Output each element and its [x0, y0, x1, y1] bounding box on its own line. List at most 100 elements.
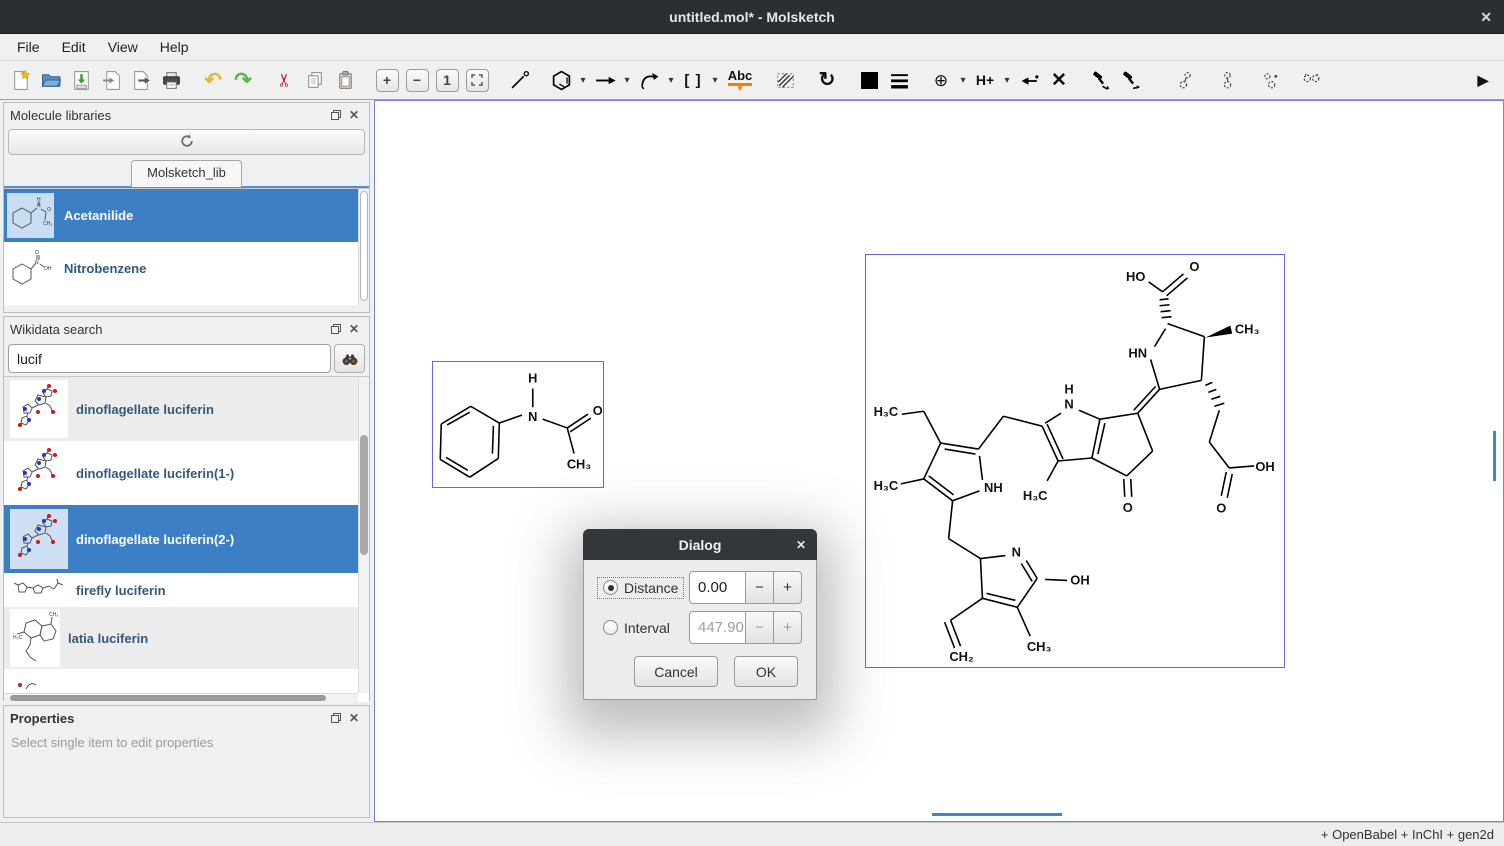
delete-tool[interactable]: ✕ — [1045, 65, 1073, 95]
molecule-tool-1[interactable] — [1171, 65, 1199, 95]
interval-decrement-button[interactable]: − — [746, 611, 774, 644]
acetanilide-molecule[interactable]: H N O CH₃ — [432, 361, 604, 488]
curved-arrow-dropdown[interactable]: ▾ — [664, 65, 678, 95]
panel-float-button[interactable] — [327, 109, 345, 121]
wikidata-search-header: Wikidata search ✕ — [4, 317, 369, 341]
scrollbar-thumb[interactable] — [360, 435, 368, 555]
zoom-original-button[interactable]: 1 — [433, 65, 461, 95]
selection-hatch-tool[interactable] — [771, 65, 799, 95]
result-dinoflagellate-luciferin-1[interactable]: dinoflagellate luciferin(1-) — [4, 441, 369, 505]
result-item-partial[interactable] — [4, 669, 369, 693]
panel-float-button[interactable] — [327, 712, 345, 724]
interval-value[interactable]: 447.90 — [689, 611, 746, 644]
wikidata-search-row — [4, 341, 369, 376]
luciferin-bonds — [901, 274, 1254, 648]
new-document-button[interactable] — [7, 65, 35, 95]
window-close-button[interactable]: ✕ — [1480, 0, 1492, 34]
hydrogen-tool-dropdown[interactable]: ▾ — [1000, 65, 1014, 95]
distance-increment-button[interactable]: + — [774, 571, 802, 604]
canvas-horizontal-scroll-indicator[interactable] — [932, 813, 1062, 816]
panel-float-button[interactable] — [327, 323, 345, 335]
color-swatch-button[interactable] — [855, 65, 883, 95]
panel-close-button[interactable]: ✕ — [345, 108, 363, 122]
molecule-tool-3[interactable] — [1255, 65, 1283, 95]
molecule-tool-4[interactable] — [1297, 65, 1325, 95]
menu-edit[interactable]: Edit — [51, 36, 97, 58]
import-button[interactable] — [127, 65, 155, 95]
interval-increment-button[interactable]: + — [774, 611, 802, 644]
reaction-arrow-dropdown[interactable]: ▾ — [620, 65, 634, 95]
cancel-button[interactable]: Cancel — [634, 656, 718, 687]
library-item-nitrobenzene[interactable]: NOOH Nitrobenzene — [4, 242, 369, 295]
save-button[interactable] — [67, 65, 95, 95]
line-width-button[interactable] — [885, 65, 913, 95]
bracket-tool-dropdown[interactable]: ▾ — [708, 65, 722, 95]
menu-view[interactable]: View — [97, 36, 149, 58]
library-vertical-scrollbar[interactable] — [358, 189, 369, 305]
luciferin-molecule[interactable]: HO O CH₃ HN H N H₃C H₃C NH H₃C O OH O N … — [865, 254, 1285, 668]
result-latia-luciferin[interactable]: CH₃H₃C latia luciferin — [4, 607, 369, 669]
result-firefly-luciferin[interactable]: firefly luciferin — [4, 573, 369, 607]
drawing-canvas[interactable]: H N O CH₃ — [374, 100, 1504, 822]
zoom-fit-button[interactable] — [463, 65, 491, 95]
dialog-titlebar[interactable]: Dialog ✕ — [583, 529, 817, 560]
zoom-in-button[interactable]: + — [373, 65, 401, 95]
scrollbar-thumb[interactable] — [10, 695, 326, 701]
ok-button[interactable]: OK — [734, 656, 798, 687]
charge-tool-dropdown[interactable]: ▾ — [956, 65, 970, 95]
reaction-arrow-tool[interactable] — [591, 65, 619, 95]
menu-file[interactable]: File — [6, 36, 51, 58]
library-item-label: Acetanilide — [64, 208, 133, 223]
panel-close-button[interactable]: ✕ — [345, 322, 363, 336]
charge-tool[interactable]: ⊕ — [927, 65, 955, 95]
export-button[interactable] — [97, 65, 125, 95]
undo-button[interactable]: ↶ — [199, 65, 227, 95]
open-file-button[interactable] — [37, 65, 65, 95]
wikidata-search-button[interactable] — [334, 344, 365, 373]
result-dinoflagellate-luciferin-2[interactable]: dinoflagellate luciferin(2-) — [4, 505, 369, 573]
tab-molsketch-lib[interactable]: Molsketch_lib — [131, 160, 242, 187]
dialog-close-button[interactable]: ✕ — [796, 538, 806, 552]
copy-button[interactable] — [301, 65, 329, 95]
ring-tool[interactable] — [547, 65, 575, 95]
curved-arrow-tool[interactable] — [635, 65, 663, 95]
zoom-out-button[interactable]: − — [403, 65, 431, 95]
refresh-libraries-button[interactable] — [8, 129, 365, 155]
mechanism-tool-1[interactable] — [1087, 65, 1115, 95]
wikidata-horizontal-scrollbar[interactable] — [4, 693, 358, 702]
interval-radio-circle[interactable] — [603, 620, 618, 635]
toolbar-overflow-button[interactable]: ▶ — [1469, 65, 1497, 95]
print-button[interactable] — [157, 65, 185, 95]
library-item-acetanilide[interactable]: NHOCH₃ Acetanilide — [4, 189, 369, 242]
distance-value[interactable]: 0.00 — [689, 571, 746, 604]
interval-spinbox: 447.90 − + — [689, 611, 802, 644]
draw-bond-tool[interactable] — [505, 65, 533, 95]
molecule-tool-2[interactable] — [1213, 65, 1241, 95]
distance-radio[interactable]: Distance — [598, 578, 683, 598]
zoom-out-icon: − — [406, 69, 429, 92]
mechanism-tool-2[interactable] — [1117, 65, 1145, 95]
paste-button[interactable] — [331, 65, 359, 95]
svg-text:H: H — [37, 197, 41, 203]
distance-decrement-button[interactable]: − — [746, 571, 774, 604]
menu-help[interactable]: Help — [149, 36, 200, 58]
wikidata-search-input[interactable] — [8, 344, 331, 373]
wikidata-vertical-scrollbar[interactable] — [358, 377, 369, 693]
redo-button[interactable]: ↷ — [229, 65, 257, 95]
panel-close-button[interactable]: ✕ — [345, 711, 363, 725]
result-label: latia luciferin — [68, 631, 148, 646]
scrollbar-thumb[interactable] — [360, 191, 368, 301]
bracket-tool[interactable]: [ ] — [679, 65, 707, 95]
distance-spinbox: 0.00 − + — [689, 571, 802, 604]
lone-pair-tool[interactable] — [1015, 65, 1043, 95]
distance-radio-circle[interactable] — [603, 580, 618, 595]
cut-button[interactable]: ✂ — [271, 65, 299, 95]
interval-radio[interactable]: Interval — [598, 618, 675, 638]
ring-tool-dropdown[interactable]: ▾ — [576, 65, 590, 95]
rotate-tool[interactable]: ↻ — [813, 65, 841, 95]
hydrogen-tool[interactable]: H+ — [971, 65, 999, 95]
molecule-libraries-title: Molecule libraries — [10, 108, 327, 123]
canvas-vertical-scroll-indicator[interactable] — [1493, 431, 1496, 481]
result-dinoflagellate-luciferin[interactable]: dinoflagellate luciferin — [4, 377, 369, 441]
text-tool[interactable]: Abc▼ — [723, 65, 757, 95]
